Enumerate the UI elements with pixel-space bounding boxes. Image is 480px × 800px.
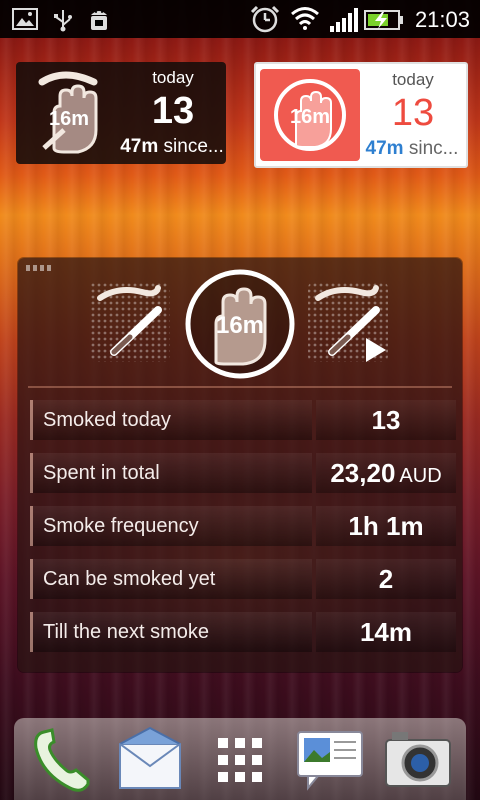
hand-stop-icon: 16m bbox=[260, 69, 360, 161]
status-clock: 21:03 bbox=[414, 7, 470, 32]
since-text: 47m since... bbox=[120, 136, 224, 157]
widget-small-light[interactable]: 16m today 13 47m sinc... bbox=[254, 62, 468, 168]
image-icon bbox=[12, 8, 38, 30]
app-drawer-icon[interactable] bbox=[204, 724, 276, 796]
stat-value: 13 bbox=[316, 400, 456, 440]
widget-header: 16m bbox=[18, 258, 462, 386]
stat-row-smoke-frequency: Smoke frequency 1h 1m bbox=[30, 506, 458, 546]
status-bar: 21:03 bbox=[0, 0, 480, 38]
stat-value: 2 bbox=[316, 559, 456, 599]
stat-value: 1h 1m bbox=[316, 506, 456, 546]
hand-minutes-label: 16m bbox=[216, 312, 264, 339]
countdown-hand[interactable]: 16m bbox=[185, 269, 295, 379]
stat-value: 23,20 AUD bbox=[316, 453, 456, 493]
smoke-button[interactable] bbox=[90, 282, 170, 362]
today-label: today bbox=[392, 70, 434, 89]
usb-icon bbox=[54, 10, 72, 32]
currency-unit: AUD bbox=[399, 465, 442, 487]
stat-value: 14m bbox=[316, 612, 456, 652]
divider bbox=[28, 386, 452, 388]
alarm-icon bbox=[250, 5, 280, 33]
today-count: 13 bbox=[391, 92, 435, 134]
since-text: 47m sinc... bbox=[365, 138, 459, 159]
mini-hand-minutes: 16m bbox=[290, 106, 330, 128]
main-widget: 16m Smoked today 13 Spent in total 23,20… bbox=[18, 258, 462, 672]
messages-icon[interactable] bbox=[294, 724, 366, 796]
smoke-play-button[interactable] bbox=[308, 282, 388, 362]
today-count: 13 bbox=[151, 90, 195, 132]
stat-label: Smoked today bbox=[30, 400, 312, 440]
dock bbox=[14, 718, 466, 800]
camera-icon[interactable] bbox=[382, 724, 454, 796]
battery-charging-icon bbox=[364, 10, 403, 30]
stat-label: Can be smoked yet bbox=[30, 559, 312, 599]
android-debug-icon bbox=[91, 11, 107, 30]
phone-icon[interactable] bbox=[26, 724, 98, 796]
hand-stop-icon: 16m bbox=[38, 71, 98, 154]
mini-hand-minutes: 16m bbox=[49, 108, 89, 130]
stat-row-till-next: Till the next smoke 14m bbox=[30, 612, 458, 652]
header-graphics: 16m bbox=[90, 269, 388, 379]
stat-label: Till the next smoke bbox=[30, 612, 312, 652]
stat-label: Smoke frequency bbox=[30, 506, 312, 546]
mail-icon[interactable] bbox=[114, 724, 186, 796]
stat-row-spent-total: Spent in total 23,20 AUD bbox=[30, 453, 458, 493]
stat-row-can-be-smoked: Can be smoked yet 2 bbox=[30, 559, 458, 599]
stat-row-smoked-today: Smoked today 13 bbox=[30, 400, 458, 440]
signal-icon bbox=[330, 8, 358, 32]
stat-label: Spent in total bbox=[30, 453, 312, 493]
wifi-icon bbox=[291, 7, 319, 30]
today-label: today bbox=[152, 68, 194, 87]
widget-small-dark[interactable]: 16m today 13 47m since... bbox=[16, 62, 226, 164]
